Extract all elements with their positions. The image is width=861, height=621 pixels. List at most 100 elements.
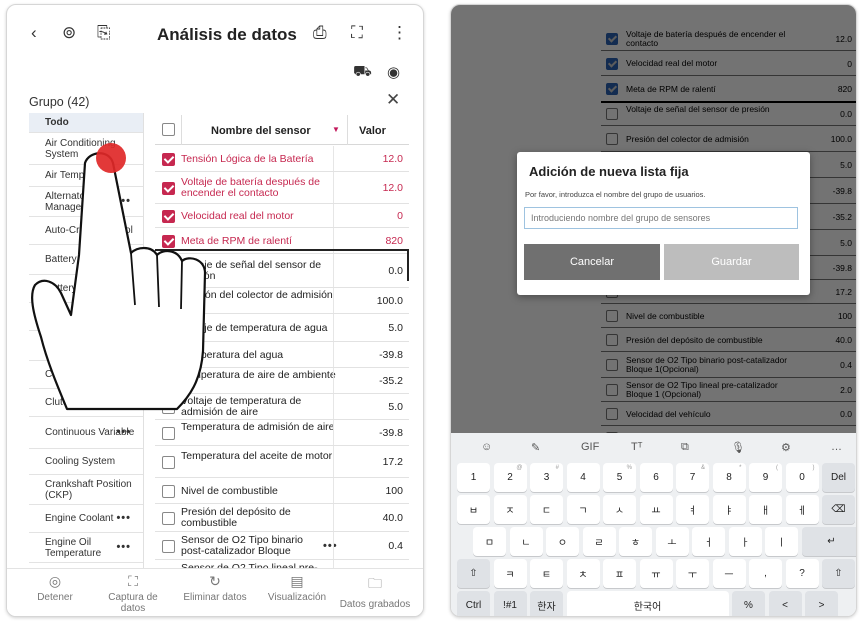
group-name-input[interactable] bbox=[524, 207, 798, 229]
table-row[interactable]: Presión del depósito de combustible 40.0 bbox=[155, 504, 409, 532]
row-checkbox[interactable] bbox=[162, 455, 175, 469]
save-icon[interactable]: ⎘ bbox=[97, 23, 111, 43]
nav-item[interactable]: ↻ Eliminar datos bbox=[177, 573, 253, 603]
group-item[interactable]: Cooling System bbox=[29, 449, 143, 475]
keyboard-key[interactable]: ㅍ bbox=[603, 559, 636, 588]
fullscreen-icon[interactable]: ⛶ bbox=[351, 23, 363, 43]
key-label: ㅏ bbox=[740, 538, 750, 549]
keyboard-key[interactable]: 한국어 bbox=[566, 591, 729, 616]
row-checkbox[interactable] bbox=[162, 484, 175, 498]
row-checkbox[interactable] bbox=[162, 511, 175, 525]
group-item-label: Cooling System bbox=[45, 456, 116, 467]
report-icon[interactable]: ⎙ bbox=[313, 23, 327, 43]
table-row[interactable]: Temperatura del aceite de motor 17.2 bbox=[155, 446, 409, 478]
keyboard-key[interactable]: Del bbox=[822, 463, 855, 492]
keyboard-toolbar-icon[interactable]: ☺ bbox=[481, 441, 492, 453]
keyboard-key[interactable]: ㄷ bbox=[530, 495, 563, 524]
row-checkbox[interactable] bbox=[162, 539, 175, 553]
keyboard-key[interactable]: 6 bbox=[639, 463, 673, 492]
keyboard-key[interactable]: , bbox=[749, 559, 782, 588]
group-item[interactable]: Engine Oil Temperature ••• bbox=[29, 533, 143, 563]
keyboard-key[interactable]: ㅡ bbox=[712, 559, 746, 588]
keyboard-key[interactable]: ㅎ bbox=[619, 527, 652, 556]
keyboard-key[interactable]: ? bbox=[785, 559, 819, 588]
more-options-icon[interactable]: ••• bbox=[116, 513, 131, 524]
car-settings-icon[interactable]: ⛟ bbox=[353, 63, 372, 82]
diagnosis-icon[interactable]: ◉ bbox=[387, 63, 400, 81]
row-checkbox[interactable] bbox=[162, 426, 175, 440]
keyboard-key[interactable]: !#1 bbox=[493, 591, 527, 616]
nav-item[interactable]: ⛶ Captura de datos bbox=[95, 573, 171, 614]
keyboard-toolbar-icon[interactable]: 🎙 bbox=[731, 441, 745, 454]
keyboard-key[interactable]: ㅕ bbox=[676, 495, 709, 524]
keyboard-key[interactable]: ⇧ bbox=[822, 559, 855, 588]
keyboard-key[interactable]: ㅜ bbox=[676, 559, 709, 588]
nav-item[interactable]: ▤ Visualización bbox=[259, 573, 335, 603]
keyboard-toolbar-icon[interactable]: ⧉ bbox=[681, 441, 689, 454]
keyboard-key[interactable]: ㅂ bbox=[457, 495, 490, 524]
keyboard-key[interactable]: ㅇ bbox=[546, 527, 579, 556]
key-label: 4 bbox=[580, 472, 586, 483]
keyboard-toolbar-icon[interactable]: … bbox=[831, 441, 842, 453]
keyboard-key[interactable]: ㄴ bbox=[509, 527, 543, 556]
keyboard-key[interactable]: ㄹ bbox=[582, 527, 616, 556]
keyboard-key[interactable]: ㄱ bbox=[566, 495, 600, 524]
keyboard-key[interactable]: 5% bbox=[603, 463, 636, 492]
keyboard-key[interactable]: ㅁ bbox=[473, 527, 506, 556]
cancel-button[interactable]: Cancelar bbox=[524, 244, 660, 280]
keyboard-key[interactable]: ㅌ bbox=[530, 559, 563, 588]
keyboard-key[interactable]: ㅗ bbox=[655, 527, 689, 556]
keyboard-key[interactable]: ↵ bbox=[801, 527, 856, 556]
vehicle-status-icon[interactable]: ⊚ bbox=[62, 23, 76, 43]
more-options-icon[interactable]: ••• bbox=[116, 542, 131, 553]
keyboard-key[interactable]: ⇧ bbox=[457, 559, 490, 588]
keyboard-key[interactable]: 8 * bbox=[712, 463, 746, 492]
keyboard-key[interactable]: 7 & bbox=[676, 463, 709, 492]
back-icon[interactable]: ‹ bbox=[31, 23, 37, 43]
keyboard-key[interactable]: ㅛ bbox=[639, 495, 673, 524]
keyboard-key[interactable]: Ctrl bbox=[457, 591, 490, 616]
keyboard-toolbar-icon[interactable]: ⚙ bbox=[781, 441, 791, 454]
keyboard-key[interactable]: 2 @ bbox=[493, 463, 527, 492]
keyboard-key[interactable]: ㅠ bbox=[639, 559, 673, 588]
keyboard-key[interactable]: ⌫ bbox=[822, 495, 855, 524]
sort-icon[interactable]: ▼ bbox=[332, 125, 340, 134]
keyboard-key[interactable]: ㅔ bbox=[785, 495, 819, 524]
more-icon[interactable]: ⋮ bbox=[391, 23, 408, 43]
keyboard-key[interactable]: ㅋ bbox=[493, 559, 527, 588]
nav-item[interactable]: 🗀 Datos grabados bbox=[337, 573, 413, 610]
keyboard-toolbar-icon[interactable]: Tᵀ bbox=[631, 441, 642, 453]
close-icon[interactable]: ✕ bbox=[386, 90, 400, 110]
keyboard-key[interactable]: ㅑ bbox=[712, 495, 746, 524]
keyboard-key[interactable]: 한자 bbox=[530, 591, 563, 616]
keyboard-key[interactable]: ㅅ bbox=[603, 495, 636, 524]
more-options-icon[interactable]: ••• bbox=[323, 540, 338, 552]
keyboard-key[interactable]: ㅐ bbox=[749, 495, 782, 524]
keyboard-key[interactable]: < bbox=[768, 591, 802, 616]
keyboard-key[interactable]: 9( bbox=[749, 463, 782, 492]
save-button[interactable]: Guardar bbox=[664, 244, 799, 280]
keyboard-key[interactable]: 1 bbox=[457, 463, 490, 492]
keyboard-toolbar-icon[interactable]: GIF bbox=[581, 441, 599, 453]
group-item[interactable]: Engine Coolant ••• bbox=[29, 505, 143, 533]
keyboard-key[interactable]: 0) bbox=[785, 463, 819, 492]
keyboard-key[interactable]: 3 # bbox=[530, 463, 563, 492]
key-label: ⇧ bbox=[834, 568, 843, 579]
keyboard-key[interactable]: % bbox=[732, 591, 765, 616]
keyboard-key[interactable]: ㅓ bbox=[692, 527, 725, 556]
keyboard-key[interactable]: > bbox=[805, 591, 838, 616]
more-options-icon[interactable]: ••• bbox=[116, 427, 131, 438]
nav-item[interactable]: ◎ Detener bbox=[17, 573, 93, 603]
keyboard-key[interactable]: ㅣ bbox=[765, 527, 798, 556]
keyboard-toolbar-icon[interactable]: ✎ bbox=[531, 441, 540, 454]
table-row[interactable]: Nivel de combustible 100 bbox=[155, 478, 409, 504]
group-item[interactable]: Crankshaft Position (CKP) bbox=[29, 475, 143, 505]
keyboard-key[interactable]: 4 bbox=[566, 463, 600, 492]
key-secondary-label: @ bbox=[516, 465, 523, 471]
table-row[interactable]: Sensor de O2 Tipo binario post-catalizad… bbox=[155, 532, 409, 560]
keyboard-key[interactable]: ㅊ bbox=[566, 559, 600, 588]
keyboard-key[interactable]: ㅈ bbox=[493, 495, 527, 524]
group-item[interactable]: Todo bbox=[29, 113, 143, 133]
keyboard-key[interactable]: ㅏ bbox=[728, 527, 762, 556]
column-header-name[interactable]: Nombre del sensor bbox=[211, 125, 311, 137]
